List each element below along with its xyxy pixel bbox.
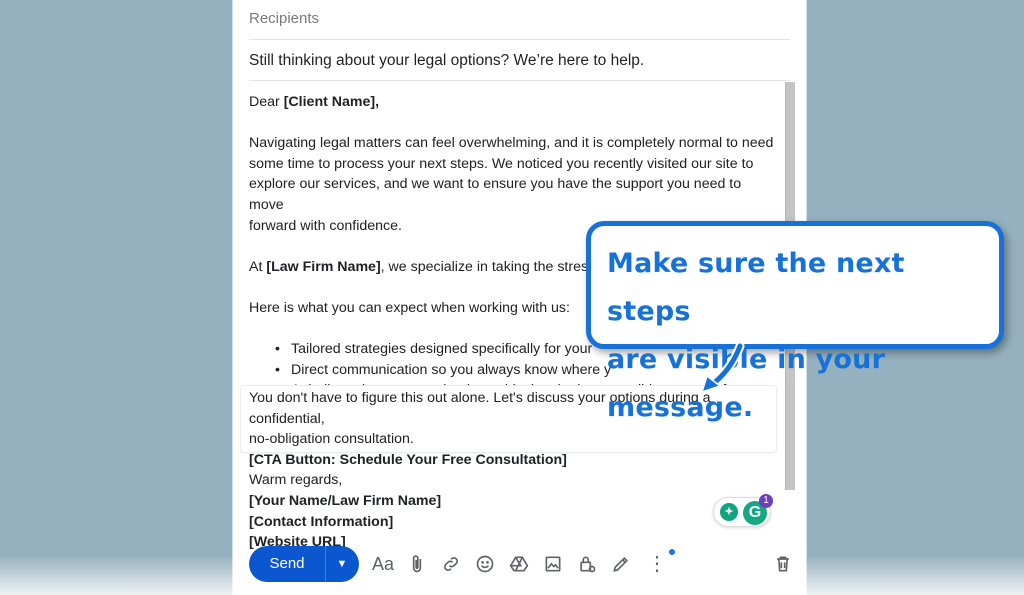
send-divider xyxy=(325,546,326,582)
send-options-chevron-icon[interactable]: ▼ xyxy=(329,546,355,582)
grammarly-alert-badge: 1 xyxy=(759,494,773,508)
grammarly-widget[interactable]: ✦ G 1 xyxy=(713,494,773,527)
insert-link-icon[interactable] xyxy=(437,550,465,578)
discard-draft-trash-icon[interactable] xyxy=(769,550,797,578)
greeting: Dear [Client Name], xyxy=(249,94,380,110)
cta-button-placeholder: [CTA Button: Schedule Your Free Consulta… xyxy=(249,451,567,468)
send-button-group: Send ▼ xyxy=(249,546,359,582)
signoff: Warm regards, xyxy=(249,472,343,489)
lightbulb-icon[interactable]: ✦ xyxy=(720,503,738,521)
subject-field[interactable]: Still thinking about your legal options?… xyxy=(249,41,790,81)
signature-pen-icon[interactable] xyxy=(607,550,635,578)
tip-callout: Make sure the next steps are visible in … xyxy=(586,221,1004,423)
callout-line-1: Make sure the next steps xyxy=(607,248,905,327)
insert-photo-icon[interactable] xyxy=(539,550,567,578)
callout-pointer-arrow-icon xyxy=(700,341,745,394)
signature-name: [Your Name/Law Firm Name] xyxy=(249,492,442,509)
callout-text: Make sure the next steps are visible in … xyxy=(607,240,997,432)
google-drive-icon[interactable] xyxy=(505,550,533,578)
signature-contact: [Contact Information] xyxy=(249,513,394,530)
notification-dot xyxy=(669,549,675,555)
attach-file-icon[interactable] xyxy=(403,550,431,578)
recipients-field[interactable]: Recipients xyxy=(249,0,790,40)
confidential-mode-icon[interactable] xyxy=(573,550,601,578)
emoji-icon[interactable] xyxy=(471,550,499,578)
compose-toolbar: Send ▼ Aa ⋮ xyxy=(233,540,806,588)
formatting-options-button[interactable]: Aa xyxy=(369,550,397,578)
more-options-icon[interactable]: ⋮ xyxy=(643,550,671,578)
send-button[interactable]: Send xyxy=(249,546,325,582)
